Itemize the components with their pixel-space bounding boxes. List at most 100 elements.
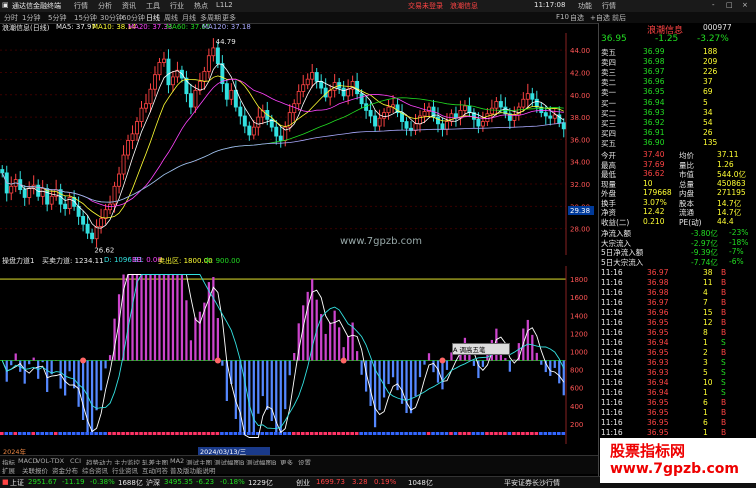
candle-body bbox=[211, 47, 216, 57]
signal-strip bbox=[458, 432, 462, 435]
tab-cci[interactable]: CCI bbox=[70, 457, 81, 465]
close-button[interactable]: × bbox=[742, 1, 748, 9]
f10-button[interactable]: F10 bbox=[556, 13, 569, 21]
tick-price: 36.97 bbox=[647, 268, 669, 277]
candle-body bbox=[206, 55, 211, 72]
candle-body bbox=[310, 72, 315, 80]
signal-strip bbox=[274, 432, 278, 435]
tab-qa[interactable]: 互动问答 bbox=[142, 465, 168, 475]
tab-period-1m[interactable]: 1分钟 bbox=[22, 13, 40, 23]
signal-strip bbox=[112, 432, 116, 435]
login-notice[interactable]: 交易未登录 bbox=[408, 1, 443, 11]
ask-volume: 209 bbox=[703, 57, 718, 66]
add-zixuan-button[interactable]: +自选 bbox=[590, 13, 610, 23]
ma-info-bar: 浪潮信息(日线) MA5: 37.97 MA10: 38.14 MA20: 37… bbox=[0, 23, 598, 33]
signal-strip bbox=[548, 432, 552, 435]
tab-vol[interactable]: VOL-TDX bbox=[36, 457, 64, 465]
tick-row: 11:16 36.95 6 B bbox=[599, 398, 756, 408]
candle-body bbox=[404, 121, 409, 129]
tab-period-30m[interactable]: 30分钟 bbox=[100, 13, 123, 23]
stat-row: 换手 3.07% 股本 14.7亿 bbox=[599, 198, 756, 208]
stock-notice[interactable]: 浪潮信息 bbox=[450, 1, 478, 11]
candle-body bbox=[126, 140, 130, 156]
candle-body bbox=[247, 125, 252, 136]
signal-strip bbox=[238, 432, 242, 435]
candle-body bbox=[157, 62, 162, 76]
tab-expand[interactable]: 扩展 bbox=[2, 465, 15, 475]
ask-row: 卖五 36.99 188 bbox=[599, 47, 756, 57]
tab-macd[interactable]: MACD bbox=[18, 457, 37, 465]
signal-strip bbox=[390, 432, 395, 435]
signal-strip bbox=[341, 432, 345, 435]
tick-time: 11:16 bbox=[601, 418, 623, 427]
signal-strip bbox=[408, 432, 413, 435]
tab-fund[interactable]: 资金分布 bbox=[52, 465, 78, 475]
signal-dot bbox=[439, 357, 446, 364]
tab-period-15m[interactable]: 15分钟 bbox=[74, 13, 97, 23]
low-price-label: 26.62 bbox=[94, 247, 114, 255]
signal-strip bbox=[193, 432, 197, 435]
tab-industry-news[interactable]: 行业资讯 bbox=[112, 465, 138, 475]
menu-hangqing[interactable]: 行情 bbox=[74, 1, 88, 11]
btn-gongneng[interactable]: 功能 bbox=[578, 1, 592, 11]
indicator-chart[interactable]: 1800 1600 1400 1200 1000 800 600 400 200 bbox=[0, 266, 598, 456]
tab-period-multi[interactable]: 多周期 bbox=[200, 13, 221, 23]
btn-hangqing[interactable]: 行情 bbox=[602, 1, 616, 11]
tab-period-week[interactable]: 周线 bbox=[164, 13, 178, 23]
indicator-tick-label: 1800 bbox=[570, 276, 588, 284]
sh-change: -11.19 bbox=[62, 478, 85, 486]
menu-zixun[interactable]: 资讯 bbox=[122, 1, 136, 11]
candle-body bbox=[49, 195, 54, 205]
signal-strip bbox=[323, 432, 328, 435]
signal-strip bbox=[381, 432, 386, 435]
tick-side: B bbox=[721, 308, 727, 317]
candle-body bbox=[413, 123, 418, 131]
signal-strip bbox=[269, 432, 274, 435]
minimize-button[interactable]: - bbox=[712, 1, 715, 9]
tab-period-day[interactable]: 日线 bbox=[146, 13, 160, 23]
candle-body bbox=[368, 110, 373, 117]
menu-gongju[interactable]: 工具 bbox=[146, 1, 160, 11]
tab-news[interactable]: 综合资讯 bbox=[82, 465, 108, 475]
candle-body bbox=[530, 93, 535, 100]
candle-body bbox=[135, 121, 139, 135]
tick-side: S bbox=[721, 358, 726, 367]
candle-body bbox=[251, 126, 256, 136]
tab-related[interactable]: 关联报价 bbox=[22, 465, 48, 475]
signal-strip bbox=[557, 432, 561, 435]
tick-volume: 15 bbox=[703, 308, 713, 317]
menu-fenxi[interactable]: 分析 bbox=[98, 1, 112, 11]
tab-help[interactable]: 普及版功能说明 bbox=[170, 465, 216, 475]
menu-redian[interactable]: 热点 bbox=[194, 1, 208, 11]
indicator-name[interactable]: 操盘力道1 bbox=[2, 256, 34, 266]
candle-body bbox=[359, 93, 364, 105]
tab-ma2[interactable]: MA2 bbox=[170, 457, 184, 465]
tab-period-month[interactable]: 月线 bbox=[182, 13, 196, 23]
signal-strip bbox=[359, 432, 363, 435]
zixuan-button[interactable]: 自选 bbox=[570, 13, 584, 23]
candle-body bbox=[130, 133, 135, 141]
tab-period-more[interactable]: 更多 bbox=[222, 13, 236, 23]
stat-row: 最高 37.69 量比 1.26 bbox=[599, 160, 756, 170]
tab-period-60m[interactable]: 60分钟 bbox=[122, 13, 145, 23]
tick-row: 11:16 36.98 4 B bbox=[599, 288, 756, 298]
prev-next-button[interactable]: 前后 bbox=[612, 13, 626, 23]
signal-strip bbox=[404, 432, 408, 435]
candle-body bbox=[81, 216, 86, 225]
tab-period-fenshi[interactable]: 分时 bbox=[4, 13, 18, 23]
sz-value: 3495.35 bbox=[164, 478, 193, 486]
menu-hangye[interactable]: 行业 bbox=[170, 1, 184, 11]
tab-period-5m[interactable]: 5分钟 bbox=[48, 13, 66, 23]
bid-price: 36.90 bbox=[643, 138, 665, 147]
flow-label: 5日大宗流入 bbox=[601, 257, 644, 267]
candlestick-chart[interactable]: 44.0042.0040.0038.0036.0034.0032.0030.00… bbox=[0, 33, 598, 255]
bid-price: 36.93 bbox=[643, 108, 665, 117]
candle-body bbox=[382, 112, 387, 119]
candle-body bbox=[242, 115, 247, 127]
maximize-button[interactable]: □ bbox=[726, 1, 733, 9]
signal-strip bbox=[197, 432, 202, 435]
price-tick-label: 36.00 bbox=[570, 136, 590, 144]
popup-tag[interactable]: A 调高五笔 bbox=[452, 343, 510, 355]
menu-l1l2[interactable]: L1L2 bbox=[216, 1, 233, 9]
cy-change: 3.28 bbox=[352, 478, 368, 486]
